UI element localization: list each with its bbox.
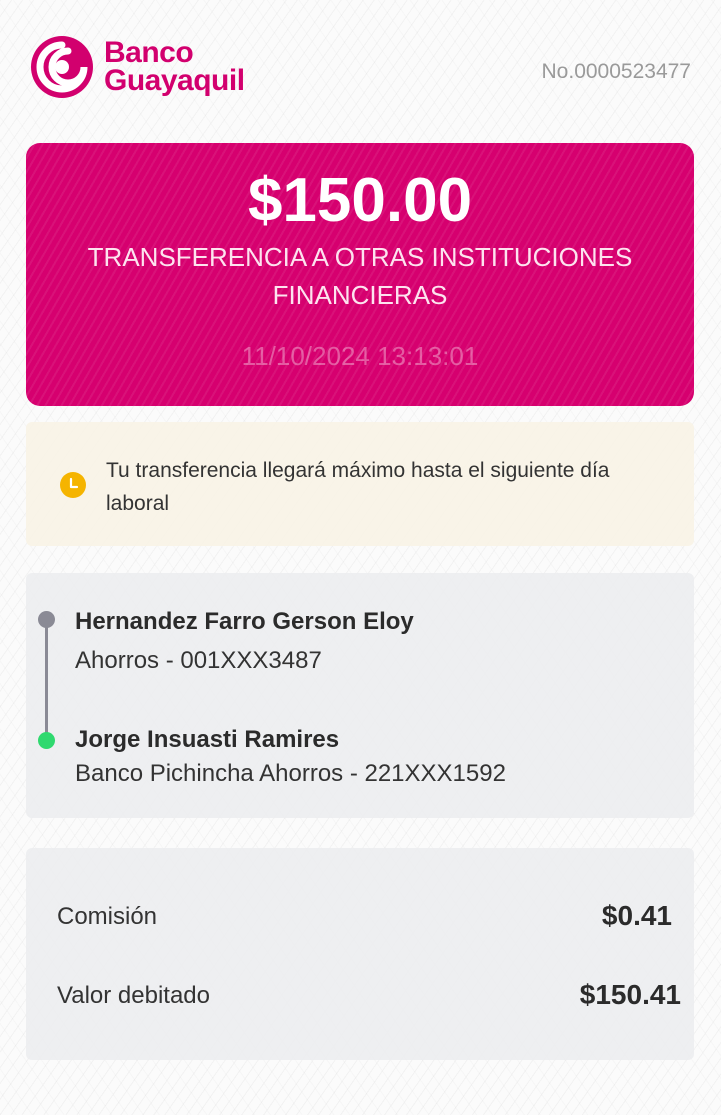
- transaction-datetime: 11/10/2024 13:13:01: [241, 341, 479, 371]
- transaction-type: TRANSFERENCIA A OTRAS INSTITUCIONES FINA…: [87, 242, 633, 310]
- amount-card: $150.00 TRANSFERENCIA A OTRAS INSTITUCIO…: [26, 143, 694, 406]
- transfer-parties: Hernandez Farro Gerson Eloy Ahorros - 00…: [26, 573, 694, 818]
- recipient-name: Jorge Insuasti Ramires: [75, 726, 340, 753]
- receipt-number: No.0000523477: [541, 60, 691, 83]
- recipient-dot: [38, 732, 55, 749]
- clock-icon: [60, 472, 86, 498]
- bank-name-line1: Banco: [104, 36, 194, 69]
- sender-dot: [38, 611, 55, 628]
- delivery-notice: Tu transferencia llegará máximo hasta el…: [26, 422, 694, 546]
- debited-label: Valor debitado: [57, 982, 210, 1009]
- recipient-account: Banco Pichincha Ahorros - 221XXX1592: [75, 760, 506, 787]
- sender-name: Hernandez Farro Gerson Eloy: [75, 608, 414, 635]
- notice-text: Tu transferencia llegará máximo hasta el…: [106, 459, 610, 515]
- bank-name-line2: Guayaquil: [104, 64, 245, 97]
- transfer-amount: $150.00: [247, 166, 473, 235]
- commission-value: $0.41: [601, 900, 672, 931]
- bank-name: Banco Guayaquil: [104, 36, 245, 97]
- totals-section: Comisión $0.41 Valor debitado $150.41: [26, 848, 694, 1060]
- debited-value: $150.41: [579, 979, 681, 1010]
- bank-logo: Banco Guayaquil: [30, 35, 245, 99]
- sender-account: Ahorros - 001XXX3487: [75, 647, 322, 674]
- timeline-connector: [45, 619, 48, 739]
- bank-logo-icon: [31, 36, 93, 98]
- commission-label: Comisión: [57, 903, 158, 930]
